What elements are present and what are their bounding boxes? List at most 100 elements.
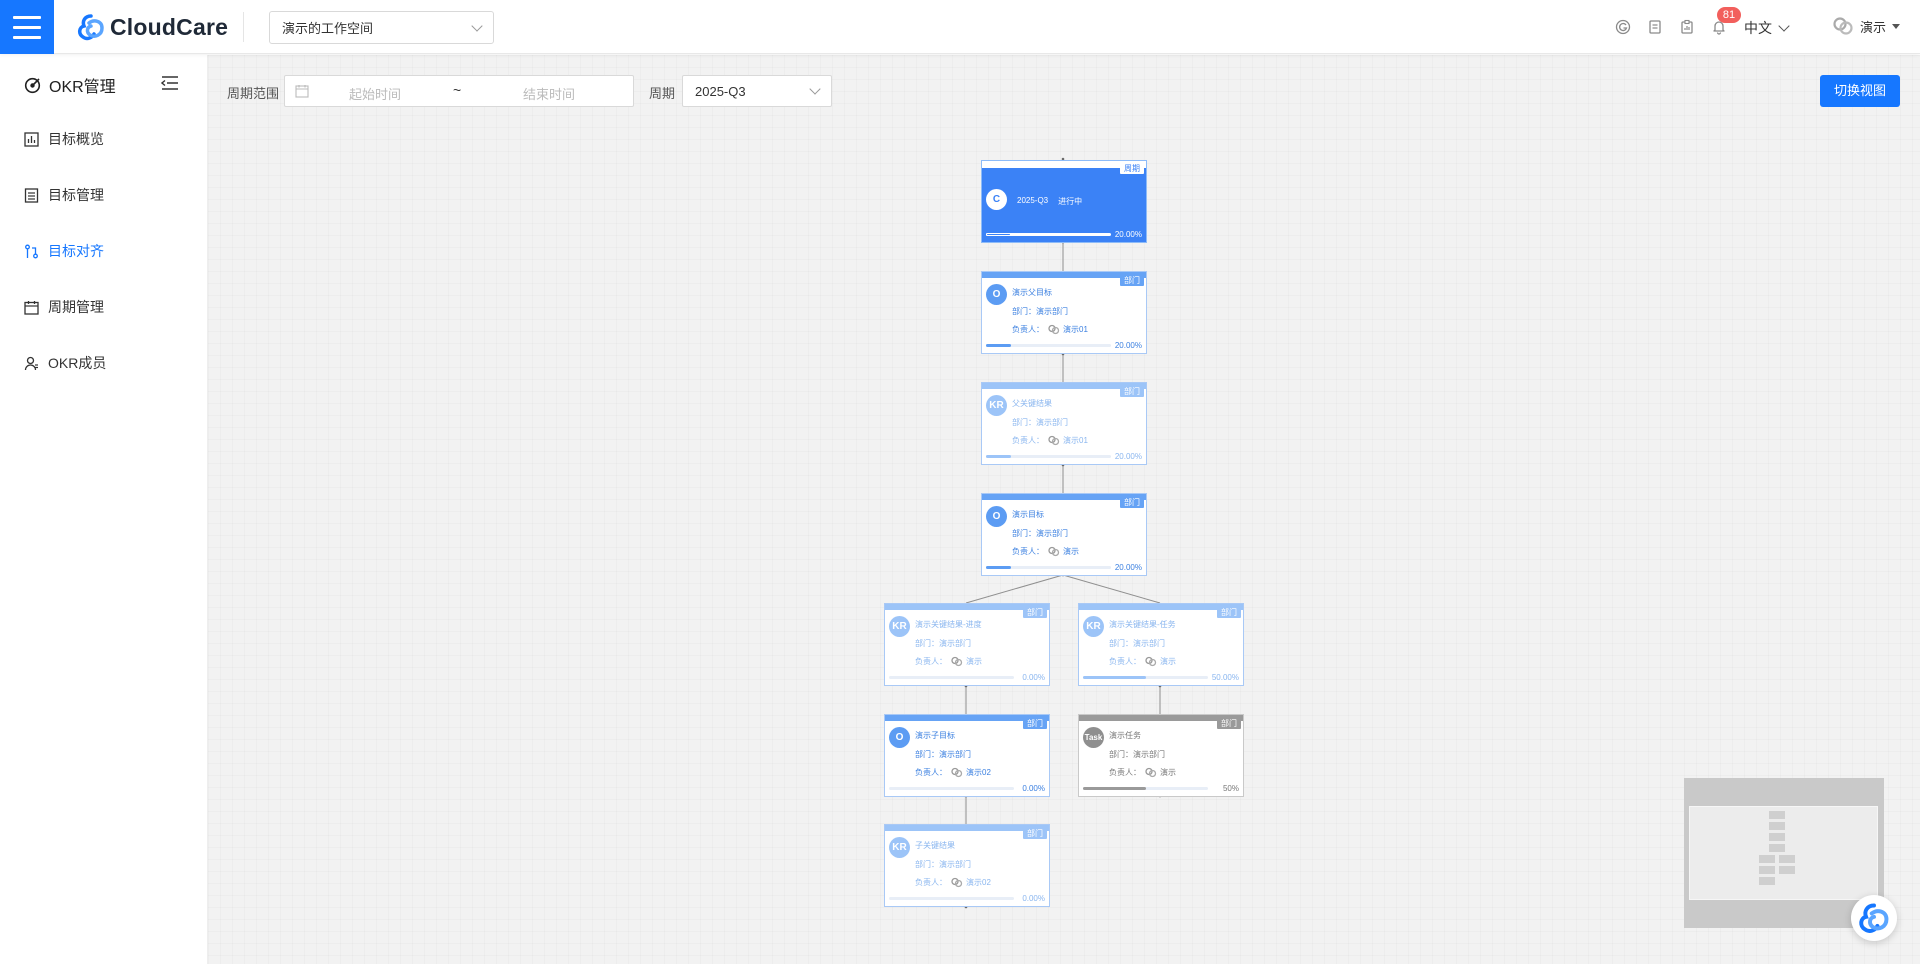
owner-avatar-icon: [1145, 767, 1157, 778]
workspace-select[interactable]: 演示的工作空间: [269, 11, 494, 44]
owner-avatar-icon: [1048, 435, 1060, 446]
progress-fill: [986, 566, 1011, 569]
user-menu[interactable]: 演示: [1832, 16, 1901, 36]
document-icon[interactable]: [1647, 19, 1663, 35]
sidebar-item-label: OKR成员: [48, 355, 107, 371]
node-type-avatar: KR: [889, 837, 910, 858]
sidebar-title: OKR管理: [24, 73, 116, 97]
sidebar-item-cycles[interactable]: 周期管理: [24, 297, 104, 317]
sidebar-item-alignment[interactable]: 目标对齐: [24, 241, 104, 261]
node-owner: 负责人： 演示02: [915, 877, 991, 888]
node-tag: 部门: [1023, 607, 1047, 618]
owner-label: 负责人：: [915, 657, 947, 666]
end-date-input[interactable]: 结束时间: [523, 84, 575, 103]
hamburger-menu-button[interactable]: [0, 0, 54, 54]
owner-label: 负责人：: [1109, 768, 1141, 777]
progress-percent: 0.00%: [1022, 673, 1045, 682]
node-title[interactable]: 演示关键结果-任务: [1109, 619, 1176, 630]
node-title[interactable]: 演示子目标: [915, 730, 955, 741]
node-title[interactable]: 父关键结果: [1012, 398, 1052, 409]
node-title[interactable]: 子关键结果: [915, 840, 955, 851]
node-type-avatar: KR: [1083, 616, 1104, 637]
owner-name: 演示01: [1063, 325, 1088, 334]
sidebar-item-label: 目标对齐: [48, 243, 104, 259]
node-title[interactable]: 演示父目标: [1012, 287, 1052, 298]
owner-label: 负责人：: [915, 878, 947, 887]
language-label: 中文: [1744, 20, 1772, 36]
owner-name: 演示02: [966, 768, 991, 777]
owner-label: 负责人：: [915, 768, 947, 777]
assistant-float-button[interactable]: [1851, 895, 1897, 941]
node-owner: 负责人： 演示01: [1012, 324, 1088, 335]
member-icon: [24, 356, 38, 370]
key-result-node[interactable]: 部门 KR 演示关键结果-任务 部门：演示部门 负责人： 演示 50.00%: [1078, 603, 1244, 686]
objective-node[interactable]: 部门 O 演示子目标 部门：演示部门 负责人： 演示02 0.00%: [884, 714, 1050, 797]
period-select[interactable]: 2025-Q3: [682, 75, 832, 107]
node-department: 部门：演示部门: [1109, 639, 1165, 648]
node-tag: 部门: [1023, 718, 1047, 729]
node-type-avatar: C: [986, 189, 1007, 210]
minimap-viewport[interactable]: [1689, 806, 1878, 900]
minimap-node: [1759, 877, 1775, 885]
node-title[interactable]: 演示任务: [1109, 730, 1141, 741]
owner-avatar-icon: [951, 656, 963, 667]
owner-name: 演示: [1160, 657, 1176, 666]
node-title[interactable]: 演示关键结果-进度: [915, 619, 982, 630]
cloudcare-logo-icon: [78, 14, 104, 41]
node-owner: 负责人： 演示02: [915, 767, 991, 778]
node-type-avatar: O: [889, 727, 910, 748]
main-content: 周期范围 起始时间 ~ 结束时间 周期 2025-Q3 切换视图 周期 C 20…: [208, 55, 1920, 964]
range-separator: ~: [453, 82, 462, 98]
brand-logo[interactable]: CloudCare: [76, 13, 228, 41]
node-tag: 部门: [1120, 275, 1144, 286]
sidebar-item-label: 目标概览: [48, 131, 104, 147]
node-title[interactable]: 演示目标: [1012, 509, 1044, 520]
sidebar-item-management[interactable]: 目标管理: [24, 185, 104, 205]
language-switcher[interactable]: 中文: [1744, 18, 1790, 38]
node-type-avatar: KR: [889, 616, 910, 637]
node-owner: 负责人： 演示01: [1012, 435, 1088, 446]
owner-name: 演示02: [966, 878, 991, 887]
cycle-node[interactable]: 周期 C 2025-Q3 进行中 20.00%: [981, 160, 1147, 243]
collapse-menu-icon[interactable]: [161, 75, 179, 91]
key-result-node[interactable]: 部门 KR 演示关键结果-进度 部门：演示部门 负责人： 演示 0.00%: [884, 603, 1050, 686]
owner-name: 演示: [1160, 768, 1176, 777]
align-icon: [25, 244, 38, 258]
progress-percent: 0.00%: [1022, 894, 1045, 903]
sidebar-item-members[interactable]: OKR成员: [24, 353, 106, 373]
progress-bar: [1083, 676, 1208, 679]
node-department: 部门：演示部门: [1012, 418, 1068, 427]
node-tag: 部门: [1120, 386, 1144, 397]
owner-avatar-icon: [1145, 656, 1157, 667]
sidebar-item-overview[interactable]: 目标概览: [24, 129, 104, 149]
target-icon: [24, 77, 41, 93]
notification-badge: 81: [1717, 7, 1741, 23]
key-result-node[interactable]: 部门 KR 子关键结果 部门：演示部门 负责人： 演示02 0.00%: [884, 824, 1050, 907]
objective-node[interactable]: 部门 O 演示目标 部门：演示部门 负责人： 演示 20.00%: [981, 493, 1147, 576]
node-tag: 部门: [1120, 497, 1144, 508]
switch-view-button[interactable]: 切换视图: [1820, 75, 1900, 107]
list-icon: [24, 187, 39, 203]
node-department: 部门：演示部门: [915, 750, 971, 759]
start-date-input[interactable]: 起始时间: [349, 84, 401, 103]
report-icon[interactable]: [1679, 19, 1695, 35]
minimap-node: [1769, 822, 1785, 830]
chart-icon: [24, 131, 39, 147]
date-range-picker[interactable]: 起始时间 ~ 结束时间: [284, 75, 634, 107]
minimap-node: [1779, 855, 1795, 863]
sidebar-item-label: 周期管理: [48, 299, 104, 315]
key-result-node[interactable]: 部门 KR 父关键结果 部门：演示部门 负责人： 演示01 20.00%: [981, 382, 1147, 465]
grid-apps-icon[interactable]: [1615, 19, 1631, 35]
task-node[interactable]: 部门 Task 演示任务 部门：演示部门 负责人： 演示 50%: [1078, 714, 1244, 797]
chevron-down-icon: [1778, 20, 1790, 32]
node-department: 部门：演示部门: [1109, 750, 1165, 759]
progress-fill: [986, 233, 1011, 236]
cycle-status: 进行中: [1058, 197, 1083, 206]
objective-node[interactable]: 部门 O 演示父目标 部门：演示部门 负责人： 演示01 20.00%: [981, 271, 1147, 354]
top-header: CloudCare 演示的工作空间 81 中文 演示: [0, 0, 1920, 54]
menu-line: [13, 35, 41, 39]
progress-percent: 50%: [1222, 784, 1239, 793]
node-owner: 负责人： 演示: [1109, 656, 1176, 667]
node-tag: 部门: [1217, 607, 1241, 618]
node-tag: 部门: [1217, 718, 1241, 729]
